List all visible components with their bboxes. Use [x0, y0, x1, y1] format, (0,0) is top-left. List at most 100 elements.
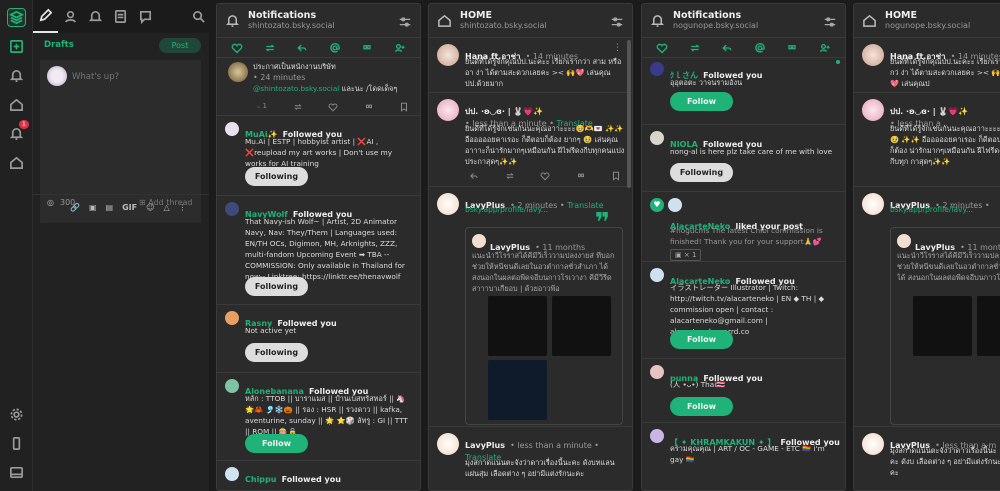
add-thread-button[interactable]: ⊞ Add thread [139, 198, 193, 207]
follow-button[interactable]: Follow [670, 92, 733, 111]
post[interactable]: LavyPlus • less than a m มุงสกาดแนนตะจัง… [854, 427, 1000, 487]
list-item[interactable]: AlacarteNeko Followed you イラストレーター Illus… [642, 262, 845, 359]
top-toolbar [33, 0, 213, 33]
avatar [47, 66, 67, 86]
layers-icon[interactable] [7, 8, 26, 27]
panel-icon[interactable] [7, 463, 26, 482]
follow-button[interactable]: Follow [670, 330, 733, 349]
reply-icon[interactable] [296, 42, 308, 54]
list-item[interactable]: Chippu Followed you [217, 461, 420, 490]
globe-icon[interactable]: ◎ [47, 198, 54, 207]
attached-image[interactable] [488, 360, 547, 420]
image-count[interactable]: ▣ × 1 [670, 249, 702, 261]
post[interactable]: LavyPlus • 2 minutes • bsky.app/profile/… [854, 187, 1000, 427]
like-icon[interactable] [540, 171, 550, 181]
list-item[interactable]: punna Followed you (人 •ᴗ•) Thai🇹🇭 Follow [642, 359, 845, 423]
list-item[interactable]: NIOLA Followed you nong-al is here plz t… [642, 125, 845, 192]
list-item[interactable]: 【 ✦ KHRAMKAKUN ✦ 】 Followed you ครามคุณค… [642, 423, 845, 473]
repost-icon[interactable] [293, 102, 303, 112]
compose-input[interactable] [72, 70, 192, 84]
list-item[interactable]: ｸｌさん Followed you อุอุตอตะ วาจนรามอังน F… [642, 58, 845, 125]
reply-icon[interactable] [469, 171, 479, 181]
post-link[interactable]: bsky.app/profile/lavy... [465, 205, 548, 214]
quoted-post[interactable]: LavyPlus • 11 month แนะนำวีโรราสได้คีมีว… [890, 227, 1000, 425]
post-link[interactable]: bsky.app/profile/lavy... [890, 205, 973, 214]
bell-icon-2[interactable]: 1 [7, 120, 29, 143]
like-icon[interactable] [328, 102, 338, 112]
settings-icon[interactable] [7, 405, 26, 424]
post[interactable]: Hana ft.อาช่า • 14 minutes ⋮ ยินดีที่ได้… [429, 38, 632, 93]
notification-badge: 1 [19, 120, 29, 129]
list-icon[interactable] [108, 0, 133, 33]
avatar [225, 311, 239, 325]
quote-icon[interactable] [361, 42, 373, 54]
search-icon[interactable] [186, 0, 211, 33]
sliders-icon[interactable] [398, 14, 412, 28]
image-icon[interactable]: ▣ [89, 203, 97, 212]
quote-icon[interactable] [364, 102, 374, 112]
attached-image[interactable] [913, 296, 972, 356]
following-button[interactable]: Following [245, 277, 308, 296]
post[interactable]: LavyPlus • less than a minute • Translat… [429, 427, 632, 487]
bookmark-icon[interactable] [611, 171, 621, 181]
bookmark-icon[interactable] [399, 102, 409, 112]
avatar [862, 99, 884, 121]
post[interactable]: Hana ft.อาช่า • 14 minutes ยินดีที่ได้รู… [854, 38, 1000, 93]
post[interactable]: LavyPlus • 2 minutes • Translate bsky.ap… [429, 187, 632, 427]
chat-icon[interactable] [133, 0, 158, 33]
follow-button[interactable]: Follow [245, 434, 308, 453]
reply-icon[interactable]: 1 [257, 102, 267, 112]
drafts-title: Drafts [44, 40, 74, 50]
post[interactable]: ปป. ·ʚ◡ɞ· | 🐰💗✨ • less than a ยินดีที่ได… [854, 93, 1000, 187]
filter-bar [642, 38, 845, 58]
bell-icon-top[interactable] [83, 0, 108, 33]
list-item[interactable]: ประกาศเป็นหนักงานบริษัท • 24 minutes @shin… [217, 58, 420, 116]
following-button[interactable]: Following [245, 167, 308, 186]
repost-icon[interactable] [264, 42, 276, 54]
phone-icon[interactable] [7, 434, 26, 453]
gif-button[interactable]: GIF [122, 203, 137, 212]
home-icon-2[interactable] [7, 153, 26, 172]
attached-image[interactable] [552, 296, 611, 356]
heart-icon[interactable] [231, 42, 243, 54]
home-icon [437, 13, 452, 28]
more-icon[interactable]: ⋮ [613, 43, 622, 53]
sliders-icon[interactable] [823, 14, 837, 28]
list-item[interactable]: Alonebanana Followed you หลัก : TTOB || … [217, 373, 420, 461]
heart-icon[interactable] [656, 42, 668, 54]
follow-icon[interactable] [394, 42, 406, 54]
quote-icon[interactable] [786, 42, 798, 54]
video-icon[interactable]: ▤ [106, 203, 114, 212]
avatar [650, 365, 664, 379]
following-button[interactable]: Following [670, 163, 733, 182]
bio: ครามคุณคุณ | ART / OC - GAME - ETC 🏳️‍🌈 … [670, 444, 825, 464]
user-icon[interactable] [58, 0, 83, 33]
bell-icon [225, 13, 240, 28]
attached-image[interactable] [488, 296, 547, 356]
pen-icon[interactable] [33, 0, 58, 33]
mention-icon[interactable] [754, 42, 766, 54]
bio: イラストレーター Illustrator | Twitch: http://tw… [670, 283, 825, 336]
list-item[interactable]: NavyWolf Followed you That Navy-ish Wolf… [217, 196, 420, 305]
bell-icon[interactable] [7, 66, 26, 85]
quoted-post[interactable]: LavyPlus • 11 months แนะนำวีโรราสได้คีมี… [465, 227, 623, 425]
following-button[interactable]: Following [245, 343, 308, 362]
post-button[interactable]: Post [159, 38, 201, 53]
mention-icon[interactable] [329, 42, 341, 54]
scrollbar[interactable] [627, 40, 631, 188]
follow-icon[interactable] [819, 42, 831, 54]
post[interactable]: ปป. ·ʚ◡ɞ· | 🐰💗✨ • less than a minute • T… [429, 93, 632, 187]
list-item[interactable]: Rasny Followed you Not active yet Follow… [217, 305, 420, 373]
quote-icon[interactable] [576, 171, 586, 181]
repost-icon[interactable] [689, 42, 701, 54]
home-icon[interactable] [7, 95, 26, 114]
follow-button[interactable]: Follow [670, 397, 733, 416]
repost-icon[interactable] [505, 171, 515, 181]
compose-icon[interactable] [7, 37, 26, 56]
list-item[interactable]: ♥ AlacarteNeko liked your post #nogucms … [642, 192, 845, 262]
sliders-icon[interactable] [610, 14, 624, 28]
avatar [437, 99, 459, 121]
reply-icon[interactable] [721, 42, 733, 54]
list-item[interactable]: MuAi✨ Followed you Mu.Ai | ESTP | hobbyi… [217, 116, 420, 196]
attached-image[interactable] [977, 296, 1000, 356]
